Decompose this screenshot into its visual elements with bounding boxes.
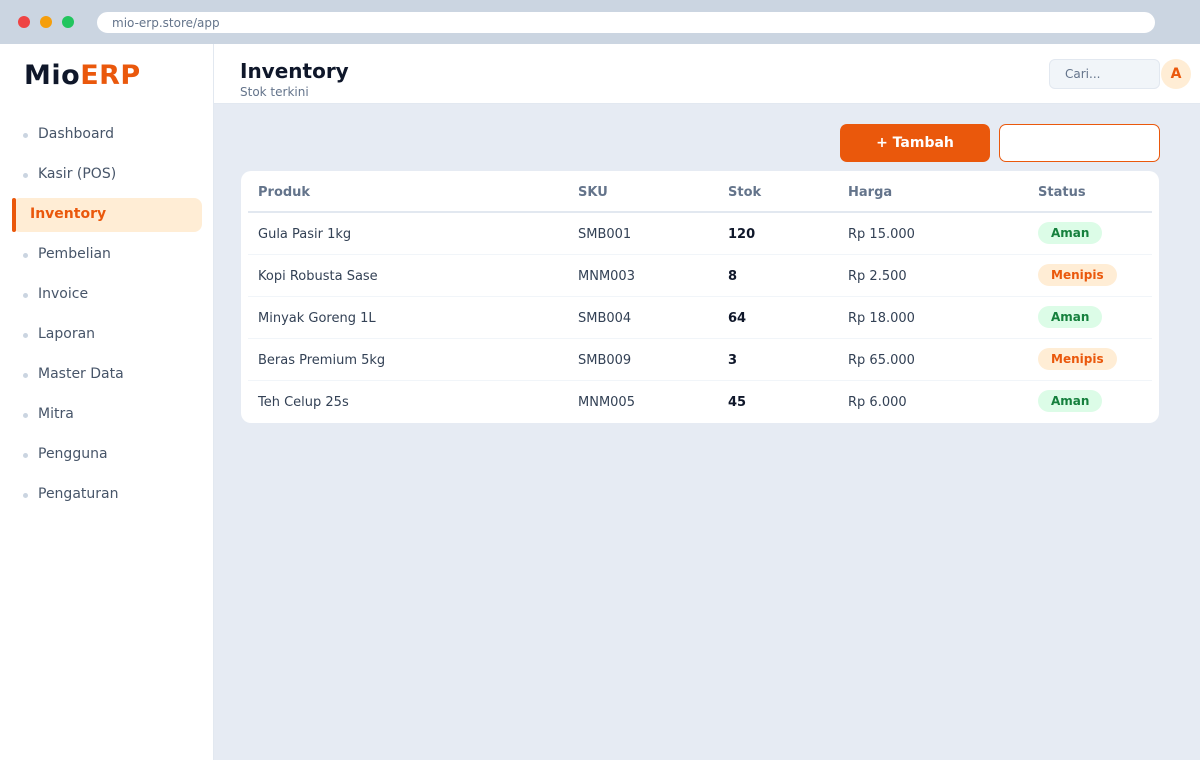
cell-harga: Rp 15.000 xyxy=(848,227,915,242)
table-row[interactable]: Beras Premium 5kg SMB009 3 Rp 65.000 Menipis xyxy=(248,339,1152,381)
column-header-produk[interactable]: Produk xyxy=(258,185,310,200)
cell-stok: 45 xyxy=(728,395,747,410)
sidebar-item-label: Mitra xyxy=(38,406,74,422)
column-header-stok[interactable]: Stok xyxy=(728,185,761,200)
sidebar-item-mitra[interactable]: Mitra xyxy=(12,398,202,432)
status-badge: Menipis xyxy=(1038,348,1117,370)
cell-sku: SMB004 xyxy=(578,311,632,326)
table-row[interactable]: Minyak Goreng 1L SMB004 64 Rp 18.000 Aman xyxy=(248,297,1152,339)
sidebar-item-label: Pengguna xyxy=(38,446,108,462)
column-header-sku[interactable]: SKU xyxy=(578,185,608,200)
table-row[interactable]: Teh Celup 25s MNM005 45 Rp 6.000 Aman xyxy=(248,381,1152,423)
bullet-icon xyxy=(23,253,28,258)
sidebar: MioERP Dashboard Kasir (POS) Inventory Pemb… xyxy=(0,44,214,760)
cell-produk: Kopi Robusta Sase xyxy=(258,269,378,284)
bullet-icon xyxy=(23,333,28,338)
window-minimize-dot[interactable] xyxy=(40,16,52,28)
column-header-status[interactable]: Status xyxy=(1038,185,1086,200)
table-row[interactable]: Gula Pasir 1kg SMB001 120 Rp 15.000 Aman xyxy=(248,213,1152,255)
cell-stok: 64 xyxy=(728,311,747,326)
sidebar-item-label: Pembelian xyxy=(38,246,111,262)
add-product-button[interactable]: + Tambah xyxy=(840,124,990,162)
cell-harga: Rp 6.000 xyxy=(848,395,907,410)
sidebar-item-pengguna[interactable]: Pengguna xyxy=(12,438,202,472)
user-avatar[interactable]: A xyxy=(1161,59,1191,89)
bullet-icon xyxy=(23,373,28,378)
cell-produk: Minyak Goreng 1L xyxy=(258,311,376,326)
status-badge: Menipis xyxy=(1038,264,1117,286)
cell-harga: Rp 18.000 xyxy=(848,311,915,326)
sidebar-item-dashboard[interactable]: Dashboard xyxy=(12,118,202,152)
sidebar-item-pengaturan[interactable]: Pengaturan xyxy=(12,478,202,512)
status-badge: Aman xyxy=(1038,306,1103,328)
sidebar-item-laporan[interactable]: Laporan xyxy=(12,318,202,352)
logo-part-mio: Mio xyxy=(24,60,81,91)
inventory-table: Produk SKU Stok Harga Status Gula Pasir 1kg S… xyxy=(241,171,1159,423)
window-close-dot[interactable] xyxy=(18,16,30,28)
address-bar[interactable]: mio-erp.store/app xyxy=(96,11,1156,34)
cell-produk: Teh Celup 25s xyxy=(258,395,349,410)
sidebar-item-kasir-pos[interactable]: Kasir (POS) xyxy=(12,158,202,192)
sidebar-item-label: Laporan xyxy=(38,326,96,342)
page-title: Inventory xyxy=(240,59,349,83)
search-input[interactable] xyxy=(1049,59,1160,89)
cell-sku: SMB001 xyxy=(578,227,632,242)
cell-stok: 120 xyxy=(728,227,756,242)
bullet-icon xyxy=(23,293,28,298)
sidebar-item-label: Dashboard xyxy=(38,126,114,142)
browser-chrome: mio-erp.store/app xyxy=(0,0,1200,44)
window-maximize-dot[interactable] xyxy=(62,16,74,28)
table-row[interactable]: Kopi Robusta Sase MNM003 8 Rp 2.500 Menipis xyxy=(248,255,1152,297)
cell-sku: SMB009 xyxy=(578,353,632,368)
cell-harga: Rp 2.500 xyxy=(848,269,907,284)
logo-part-erp: ERP xyxy=(80,60,141,91)
bullet-icon xyxy=(23,453,28,458)
sidebar-item-label: Master Data xyxy=(38,366,124,382)
sidebar-item-label: Pengaturan xyxy=(38,486,119,502)
cell-sku: MNM005 xyxy=(578,395,635,410)
cell-stok: 8 xyxy=(728,269,738,284)
cell-harga: Rp 65.000 xyxy=(848,353,915,368)
sidebar-item-label: Invoice xyxy=(38,286,89,302)
status-badge: Aman xyxy=(1038,390,1103,412)
active-indicator xyxy=(12,198,16,232)
bullet-icon xyxy=(23,493,28,498)
secondary-action-button[interactable] xyxy=(999,124,1160,162)
bullet-icon xyxy=(23,173,28,178)
sidebar-item-label: Inventory xyxy=(30,206,107,222)
sidebar-item-invoice[interactable]: Invoice xyxy=(12,278,202,312)
sidebar-item-master-data[interactable]: Master Data xyxy=(12,358,202,392)
sidebar-item-inventory[interactable]: Inventory xyxy=(12,198,202,232)
status-badge: Aman xyxy=(1038,222,1103,244)
column-header-harga[interactable]: Harga xyxy=(848,185,892,200)
cell-produk: Beras Premium 5kg xyxy=(258,353,386,368)
cell-produk: Gula Pasir 1kg xyxy=(258,227,352,242)
cell-sku: MNM003 xyxy=(578,269,635,284)
sidebar-item-label: Kasir (POS) xyxy=(38,166,117,182)
page-subtitle: Stok terkini xyxy=(240,85,309,99)
app-logo: MioERP xyxy=(24,60,141,91)
cell-stok: 3 xyxy=(728,353,738,368)
bullet-icon xyxy=(23,133,28,138)
page-header: Inventory Stok terkini A xyxy=(214,44,1200,104)
sidebar-item-pembelian[interactable]: Pembelian xyxy=(12,238,202,272)
bullet-icon xyxy=(23,413,28,418)
